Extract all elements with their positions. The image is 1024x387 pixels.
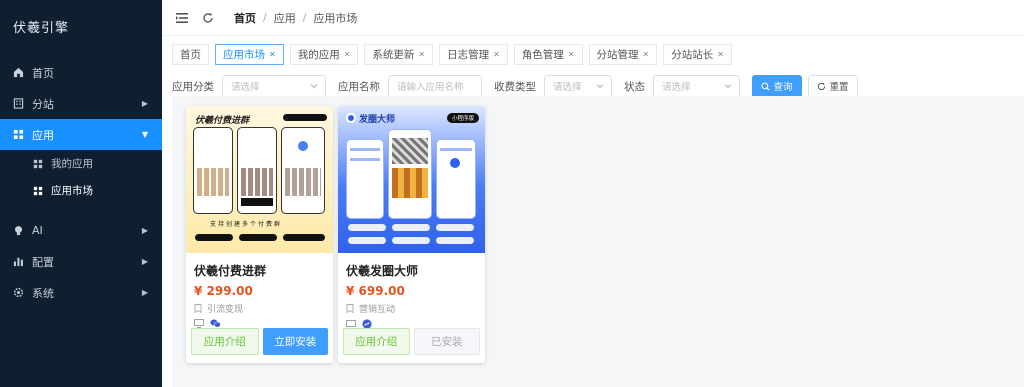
app-category: 营销互动 [338,298,485,315]
breadcrumb-item[interactable]: 首页 [234,10,256,26]
sidebar-item-label: 分站 [32,97,54,111]
app-category: 引流变现 [186,298,333,315]
menu-toggle-icon[interactable] [174,10,190,26]
chevron-down-icon [724,83,732,88]
close-icon[interactable]: ✕ [418,50,425,59]
breadcrumb-item: 应用市场 [313,11,358,25]
gear-icon [13,287,24,298]
topbar: 首页 / 应用 / 应用市场 [162,0,1024,36]
name-input[interactable]: 请输入应用名称 [388,74,482,98]
sidebar-item-home[interactable]: 首页 [0,57,162,88]
chevron-right-icon: ▶ [141,226,148,235]
apps-submenu: 我的应用 应用市场 [0,150,162,204]
category-select[interactable]: 请选择 [222,74,326,98]
breadcrumb: 首页 / 应用 / 应用市场 [234,10,358,26]
tab-app-market[interactable]: 应用市场 ✕ [215,43,284,65]
app-grid: 伏羲付费进群 支持创建多个付费群 伏羲付费进群 ¥ 299.00 引流变现 应用… [172,96,1024,387]
sidebar-item-system[interactable]: 系统 ▶ [0,277,162,308]
sidebar-item-label: 首页 [32,66,54,80]
main-area: 首页 / 应用 / 应用市场 首页 应用市场 ✕ 我的应用 ✕ 系统更新 ✕ 日志管理… [162,0,1024,387]
app-intro-button[interactable]: 应用介绍 [191,328,259,355]
close-icon[interactable]: ✕ [717,50,724,59]
platform-list [186,315,333,328]
sidebar: 伏羲引擎 首页 分站 ▶ 应用 ▼ 我的应用 应用市场 AI ▶ 配置 ▶ 系统… [0,0,162,387]
app-name: 伏羲付费进群 [194,264,267,278]
query-button[interactable]: 查询 [752,74,802,98]
tab-bar: 首页 应用市场 ✕ 我的应用 ✕ 系统更新 ✕ 日志管理 ✕ 角色管理 ✕ 分站管理 ✕ 分… [162,40,1024,68]
tab-log-management[interactable]: 日志管理 ✕ [439,43,508,65]
sidebar-item-label: AI [32,224,43,237]
search-icon [761,81,770,90]
chevron-right-icon: ▶ [141,99,148,108]
card-actions: 应用介绍 立即安装 [191,328,328,355]
tab-system-update[interactable]: 系统更新 ✕ [364,43,434,65]
status-label: 状态 [624,80,645,93]
sidebar-item-apps[interactable]: 应用 ▼ [0,119,162,150]
tab-my-apps[interactable]: 我的应用 ✕ [289,43,359,65]
tab-home[interactable]: 首页 [172,43,209,65]
sidebar-item-label: 应用 [32,128,54,142]
refresh-icon [818,82,826,90]
close-icon[interactable]: ✕ [344,50,351,59]
app-price: ¥ 299.00 [194,284,253,298]
fee-select[interactable]: 请选择 [544,74,612,98]
installed-button: 已安装 [413,328,480,355]
app-card: 发圈大师 小程序版 伏羲发圈大师 ¥ 699.00 营销互动 应用介绍 已安装 [338,106,485,363]
sidebar-item-label: 系统 [32,286,54,300]
app-intro-button[interactable]: 应用介绍 [343,328,410,355]
wechat-icon [210,319,221,328]
refresh-icon[interactable] [200,10,216,26]
platform-list [338,315,485,329]
bulb-icon [13,225,24,236]
fee-label: 收费类型 [494,80,536,93]
close-icon[interactable]: ✕ [643,50,650,59]
app-name: 伏羲发圈大师 [346,264,419,278]
sidebar-subitem-app-market[interactable]: 应用市场 [0,177,162,204]
close-icon[interactable]: ✕ [568,50,575,59]
chevron-down-icon [310,83,318,88]
tab-substation-management[interactable]: 分站管理 ✕ [588,43,658,65]
bookmark-icon [346,304,354,313]
name-label: 应用名称 [338,80,380,93]
status-select[interactable]: 请选择 [653,74,740,98]
apps-icon [33,186,43,196]
monitor-icon [194,319,204,328]
sidebar-subitem-label: 应用市场 [51,185,93,197]
chevron-right-icon: ▶ [141,288,148,297]
chevron-right-icon: ▶ [141,257,148,266]
apps-icon [33,159,43,169]
card-actions: 应用介绍 已安装 [343,328,480,355]
app-banner: 伏羲付费进群 支持创建多个付费群 [186,106,333,253]
breadcrumb-item[interactable]: 应用 [274,10,296,26]
sidebar-subitem-label: 我的应用 [51,158,93,170]
chevron-down-icon [596,83,604,88]
tab-substation-owner[interactable]: 分站站长 ✕ [663,43,732,65]
sidebar-item-ai[interactable]: AI ▶ [0,215,162,246]
app-card: 伏羲付费进群 支持创建多个付费群 伏羲付费进群 ¥ 299.00 引流变现 应用… [186,106,333,363]
apps-icon [13,129,24,140]
chart-icon [13,256,24,267]
sidebar-item-substation[interactable]: 分站 ▶ [0,88,162,119]
building-icon [13,98,24,109]
category-label: 应用分类 [172,80,214,93]
app-banner: 发圈大师 小程序版 [338,106,485,253]
sidebar-item-label: 配置 [32,255,54,269]
sidebar-subitem-my-apps[interactable]: 我的应用 [0,150,162,177]
bookmark-icon [194,304,202,313]
sidebar-item-config[interactable]: 配置 ▶ [0,246,162,277]
close-icon[interactable]: ✕ [269,50,276,59]
close-icon[interactable]: ✕ [493,50,500,59]
home-icon [13,67,24,78]
tab-role-management[interactable]: 角色管理 ✕ [513,43,583,65]
app-price: ¥ 699.00 [346,284,405,298]
brand-logo: 伏羲引擎 [13,21,70,36]
install-button[interactable]: 立即安装 [262,328,328,355]
chevron-down-icon: ▼ [141,130,148,139]
reset-button[interactable]: 重置 [808,74,858,98]
